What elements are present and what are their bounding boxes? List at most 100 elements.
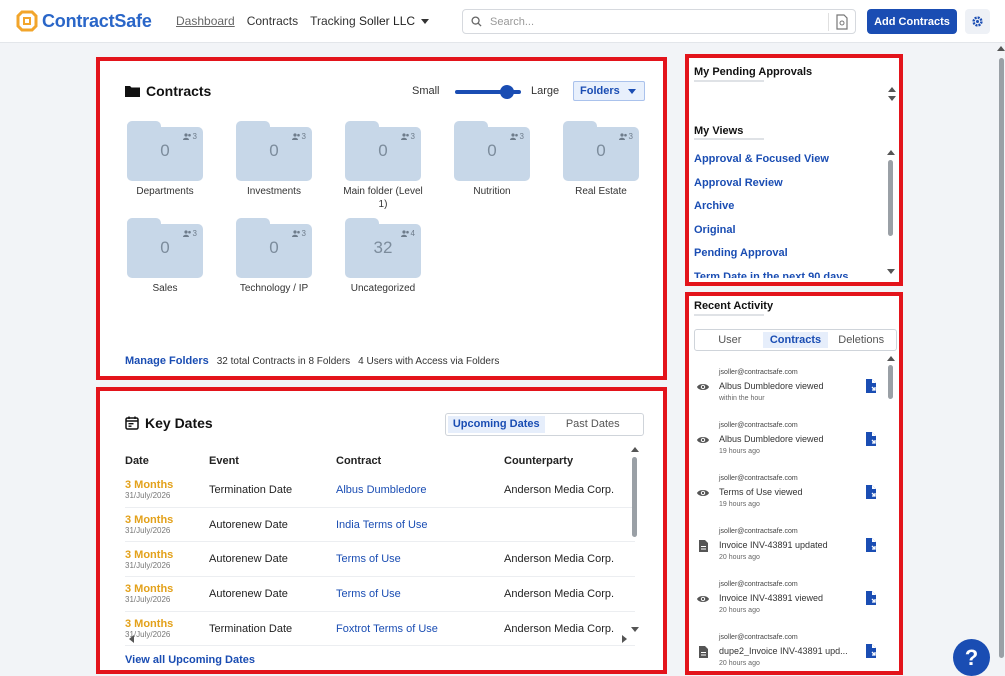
scroll-up-icon[interactable] (887, 356, 895, 361)
users-icon (400, 133, 409, 140)
folder-item[interactable]: 3 0 Main folder (Level 1) (343, 121, 423, 211)
scroll-left-icon[interactable] (129, 635, 134, 643)
due-date: 31/July/2026 (125, 526, 171, 536)
folder-user-count: 3 (192, 132, 197, 141)
tab-user[interactable]: User (697, 332, 763, 348)
activity-item: jsoller@contractsafe.com Terms of Use vie… (694, 470, 884, 523)
table-row: 3 Months 31/July/2026 Termination Date Foxt… (125, 612, 635, 647)
table-row: 3 Months 31/July/2026 Autorenew Date Terms … (125, 577, 635, 612)
open-contract-icon[interactable] (864, 590, 878, 606)
table-body: 3 Months 31/July/2026 Termination Date Albu… (125, 473, 635, 649)
activity-time: 20 hours ago (719, 660, 760, 667)
folder-contract-count: 0 (596, 141, 606, 160)
contract-link[interactable]: Terms of Use (336, 588, 504, 600)
scrollbar-thumb[interactable] (888, 160, 893, 236)
saved-view-link[interactable]: Approval Review (694, 172, 884, 196)
contractsafe-logo-icon (16, 10, 38, 32)
key-dates-title: Key Dates (125, 415, 213, 431)
folder-name: Real Estate (575, 186, 627, 197)
activity-user: jsoller@contractsafe.com (719, 475, 798, 482)
event-cell: Autorenew Date (209, 587, 288, 600)
folder-user-count: 3 (519, 132, 524, 141)
open-contract-icon[interactable] (864, 537, 878, 553)
nav-contracts[interactable]: Contracts (247, 14, 298, 28)
title-underline (694, 138, 764, 140)
view-all-upcoming-link[interactable]: View all Upcoming Dates (125, 654, 255, 666)
saved-view-link[interactable]: Pending Approval (694, 242, 884, 266)
folder-item[interactable]: 3 0 Nutrition (452, 121, 532, 198)
tab-deletions[interactable]: Deletions (828, 332, 894, 348)
tab-contracts[interactable]: Contracts (762, 332, 829, 348)
size-slider-thumb[interactable] (500, 85, 514, 99)
activity-item: jsoller@contractsafe.com dupe2_Invoice IN… (694, 629, 884, 674)
approvals-panel: My Pending Approvals My Views Approval &… (685, 54, 903, 286)
scroll-down-icon[interactable] (888, 96, 896, 101)
settings-button[interactable] (965, 9, 990, 34)
contract-link[interactable]: Terms of Use (336, 553, 504, 565)
scrollbar-thumb[interactable] (999, 58, 1004, 658)
scroll-up-icon[interactable] (997, 46, 1005, 51)
logo[interactable]: ContractSafe (16, 10, 152, 32)
folder-item[interactable]: 4 32 Uncategorized (343, 218, 423, 295)
manage-folders-link[interactable]: Manage Folders (125, 355, 209, 367)
contracts-title: Contracts (125, 83, 211, 99)
open-contract-icon[interactable] (864, 431, 878, 447)
page-vscrollbar[interactable] (997, 46, 1005, 676)
activity-vscrollbar[interactable] (887, 356, 895, 416)
scroll-up-icon[interactable] (631, 447, 639, 452)
saved-view-link[interactable]: Archive (694, 195, 884, 219)
folder-user-count: 3 (628, 132, 633, 141)
nav-dashboard[interactable]: Dashboard (176, 14, 235, 28)
folder-item[interactable]: 3 0 Sales (125, 218, 205, 295)
add-contracts-button[interactable]: Add Contracts (867, 9, 957, 34)
contract-link[interactable]: Foxtrot Terms of Use (336, 623, 504, 635)
folder-item[interactable]: 3 0 Investments (234, 121, 314, 198)
scrollbar-thumb[interactable] (888, 365, 893, 399)
help-button[interactable]: ? (953, 639, 990, 676)
search-input[interactable] (490, 15, 810, 28)
folder-name: Sales (152, 283, 178, 294)
users-icon (291, 133, 300, 140)
users-icon (400, 230, 409, 237)
scroll-down-icon[interactable] (887, 269, 895, 274)
folder-users-badge: 3 (182, 132, 197, 141)
folder-item[interactable]: 3 0 Departments (125, 121, 205, 198)
saved-view-link[interactable]: Approval & Focused View (694, 148, 884, 172)
folder-item[interactable]: 3 0 Technology / IP (234, 218, 314, 295)
scrollbar-thumb[interactable] (632, 457, 637, 537)
tab-past-dates[interactable]: Past Dates (545, 416, 642, 433)
due-date: 31/July/2026 (125, 630, 171, 640)
folder-contract-count: 0 (378, 141, 388, 160)
nav-tracking[interactable]: Tracking (310, 14, 356, 28)
views-vscrollbar[interactable] (887, 150, 895, 280)
open-contract-icon[interactable] (864, 378, 878, 394)
open-contract-icon[interactable] (864, 643, 878, 659)
folder-name: Nutrition (473, 186, 511, 197)
saved-view-link[interactable]: Term Date in the next 90 days (694, 266, 884, 279)
contract-link[interactable]: Albus Dumbledore (336, 484, 504, 496)
key-dates-vscrollbar[interactable] (631, 447, 639, 633)
folder-item[interactable]: 3 0 Real Estate (561, 121, 641, 198)
folder-icon: 30 (454, 121, 530, 181)
tab-upcoming-dates[interactable]: Upcoming Dates (448, 416, 545, 433)
contract-link[interactable]: India Terms of Use (336, 519, 504, 531)
date-cell: 3 Months 31/July/2026 (125, 479, 209, 500)
open-contract-icon[interactable] (864, 484, 878, 500)
scroll-down-icon[interactable] (631, 627, 639, 632)
saved-view-link[interactable]: Original (694, 219, 884, 243)
activity-time: 20 hours ago (719, 607, 760, 614)
org-switcher[interactable]: Soller LLC (359, 14, 430, 28)
key-dates-panel: Key Dates Upcoming Dates Past Dates Date… (96, 387, 667, 674)
activity-tabs: User Contracts Deletions (694, 329, 897, 351)
activity-description: Albus Dumbledore viewed (719, 381, 824, 391)
scroll-right-icon[interactable] (622, 635, 627, 643)
view-mode-select[interactable]: Folders (573, 81, 645, 101)
scroll-up-icon[interactable] (887, 150, 895, 155)
due-date: 31/July/2026 (125, 595, 171, 605)
scroll-up-icon[interactable] (888, 87, 896, 92)
document-search-icon[interactable] (835, 14, 849, 30)
folder-users-badge: 3 (182, 229, 197, 238)
counterparty-cell: Anderson Media Corp. (504, 622, 615, 635)
relative-time: 3 Months (125, 514, 174, 527)
folder-icon: 30 (236, 121, 312, 181)
